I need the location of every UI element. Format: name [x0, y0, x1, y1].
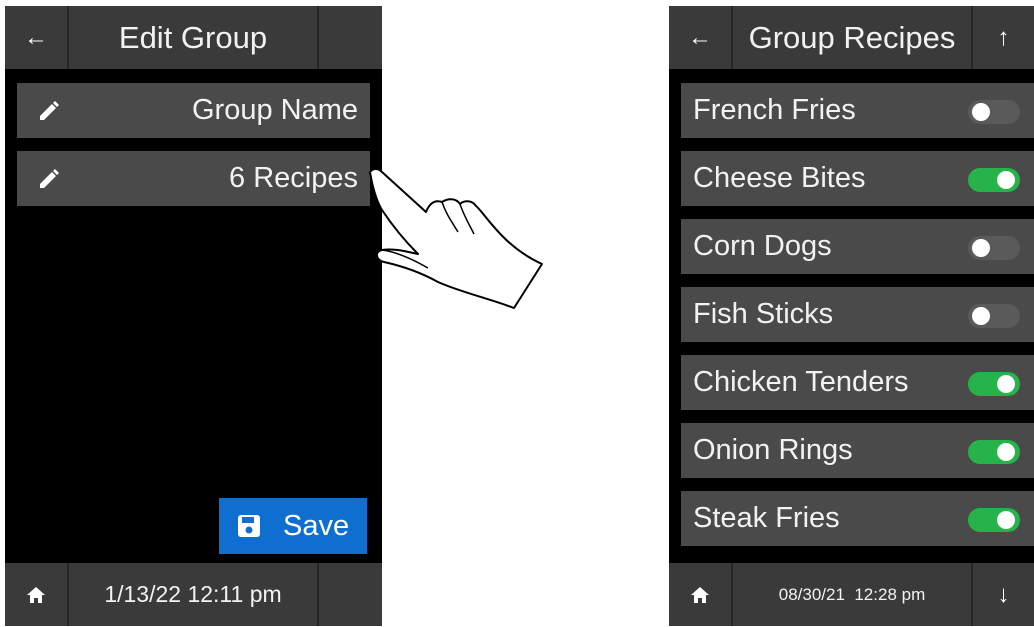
recipe-label: Onion Rings — [693, 434, 853, 466]
toggle-knob — [997, 375, 1015, 393]
recipe-row[interactable]: Fish Sticks — [681, 287, 1034, 342]
recipe-row[interactable]: Cheese Bites — [681, 151, 1034, 206]
home-button[interactable] — [669, 563, 733, 626]
page-title: Group Recipes — [748, 19, 956, 55]
page-title: Edit Group — [118, 19, 268, 55]
recipe-label: French Fries — [693, 94, 856, 126]
recipes-button[interactable]: 6 Recipes — [17, 151, 370, 206]
top-bar: ← Edit Group — [5, 6, 382, 69]
save-button[interactable]: Save — [219, 498, 367, 554]
page-title-cell: Edit Group — [69, 6, 319, 69]
back-arrow-icon: ← — [688, 23, 712, 51]
recipe-toggle[interactable] — [968, 236, 1020, 260]
recipe-row[interactable]: Corn Dogs — [681, 219, 1034, 274]
toggle-knob — [997, 511, 1015, 529]
recipe-row[interactable]: Chicken Tenders — [681, 355, 1034, 410]
toggle-knob — [972, 307, 990, 325]
pencil-icon — [40, 169, 59, 188]
scroll-up-button[interactable]: ↑ — [973, 6, 1034, 69]
home-button[interactable] — [5, 563, 69, 626]
recipes-count-label: 6 Recipes — [229, 162, 358, 194]
recipe-row[interactable]: French Fries — [681, 83, 1034, 138]
pencil-icon — [40, 101, 59, 120]
back-arrow-icon: ← — [24, 23, 48, 51]
recipe-toggle[interactable] — [968, 508, 1020, 532]
recipe-toggle[interactable] — [968, 440, 1020, 464]
bottom-bar: 08/30/21 12:28 pm ↓ — [669, 563, 1034, 626]
scroll-down-button[interactable]: ↓ — [973, 563, 1034, 626]
recipe-toggle[interactable] — [968, 100, 1020, 124]
datetime-cell: 1/13/22 12:11 pm — [69, 563, 319, 626]
arrow-up-icon: ↑ — [997, 23, 1010, 51]
toggle-knob — [997, 443, 1015, 461]
recipe-label: Fish Sticks — [693, 298, 834, 330]
toggle-knob — [972, 103, 990, 121]
recipe-label: Cheese Bites — [693, 162, 866, 194]
save-label: Save — [283, 509, 350, 542]
back-button[interactable]: ← — [5, 6, 69, 69]
group-recipes-screen: ← Group Recipes ↑ French Fries Cheese Bi… — [669, 6, 1034, 626]
home-icon — [27, 586, 45, 603]
floppy-disk-icon — [238, 515, 260, 537]
group-name-button[interactable]: Group Name — [17, 83, 370, 138]
home-icon — [691, 586, 709, 603]
toggle-knob — [997, 171, 1015, 189]
page-title-cell: Group Recipes — [733, 6, 973, 69]
recipe-label: Steak Fries — [693, 502, 840, 534]
bottom-bar-empty-cell — [319, 563, 382, 626]
arrow-down-icon: ↓ — [997, 580, 1010, 608]
top-bar-empty-cell — [319, 6, 382, 69]
recipe-toggle[interactable] — [968, 168, 1020, 192]
datetime: 1/13/22 12:11 pm — [104, 581, 282, 607]
toggle-knob — [972, 239, 990, 257]
datetime: 08/30/21 12:28 pm — [778, 584, 926, 604]
top-bar: ← Group Recipes ↑ — [669, 6, 1034, 69]
back-button[interactable]: ← — [669, 6, 733, 69]
recipe-row[interactable]: Onion Rings — [681, 423, 1034, 478]
recipe-label: Chicken Tenders — [693, 366, 909, 398]
recipe-toggle[interactable] — [968, 372, 1020, 396]
recipe-label: Corn Dogs — [693, 230, 832, 262]
recipe-toggle[interactable] — [968, 304, 1020, 328]
group-name-label: Group Name — [191, 94, 358, 126]
datetime-cell: 08/30/21 12:28 pm — [733, 563, 973, 626]
pointing-hand-icon — [369, 168, 543, 309]
recipe-row[interactable]: Steak Fries — [681, 491, 1034, 546]
edit-group-screen: ← Edit Group Group Name 6 Recipes Save 1… — [5, 6, 382, 626]
bottom-bar: 1/13/22 12:11 pm — [5, 563, 382, 626]
